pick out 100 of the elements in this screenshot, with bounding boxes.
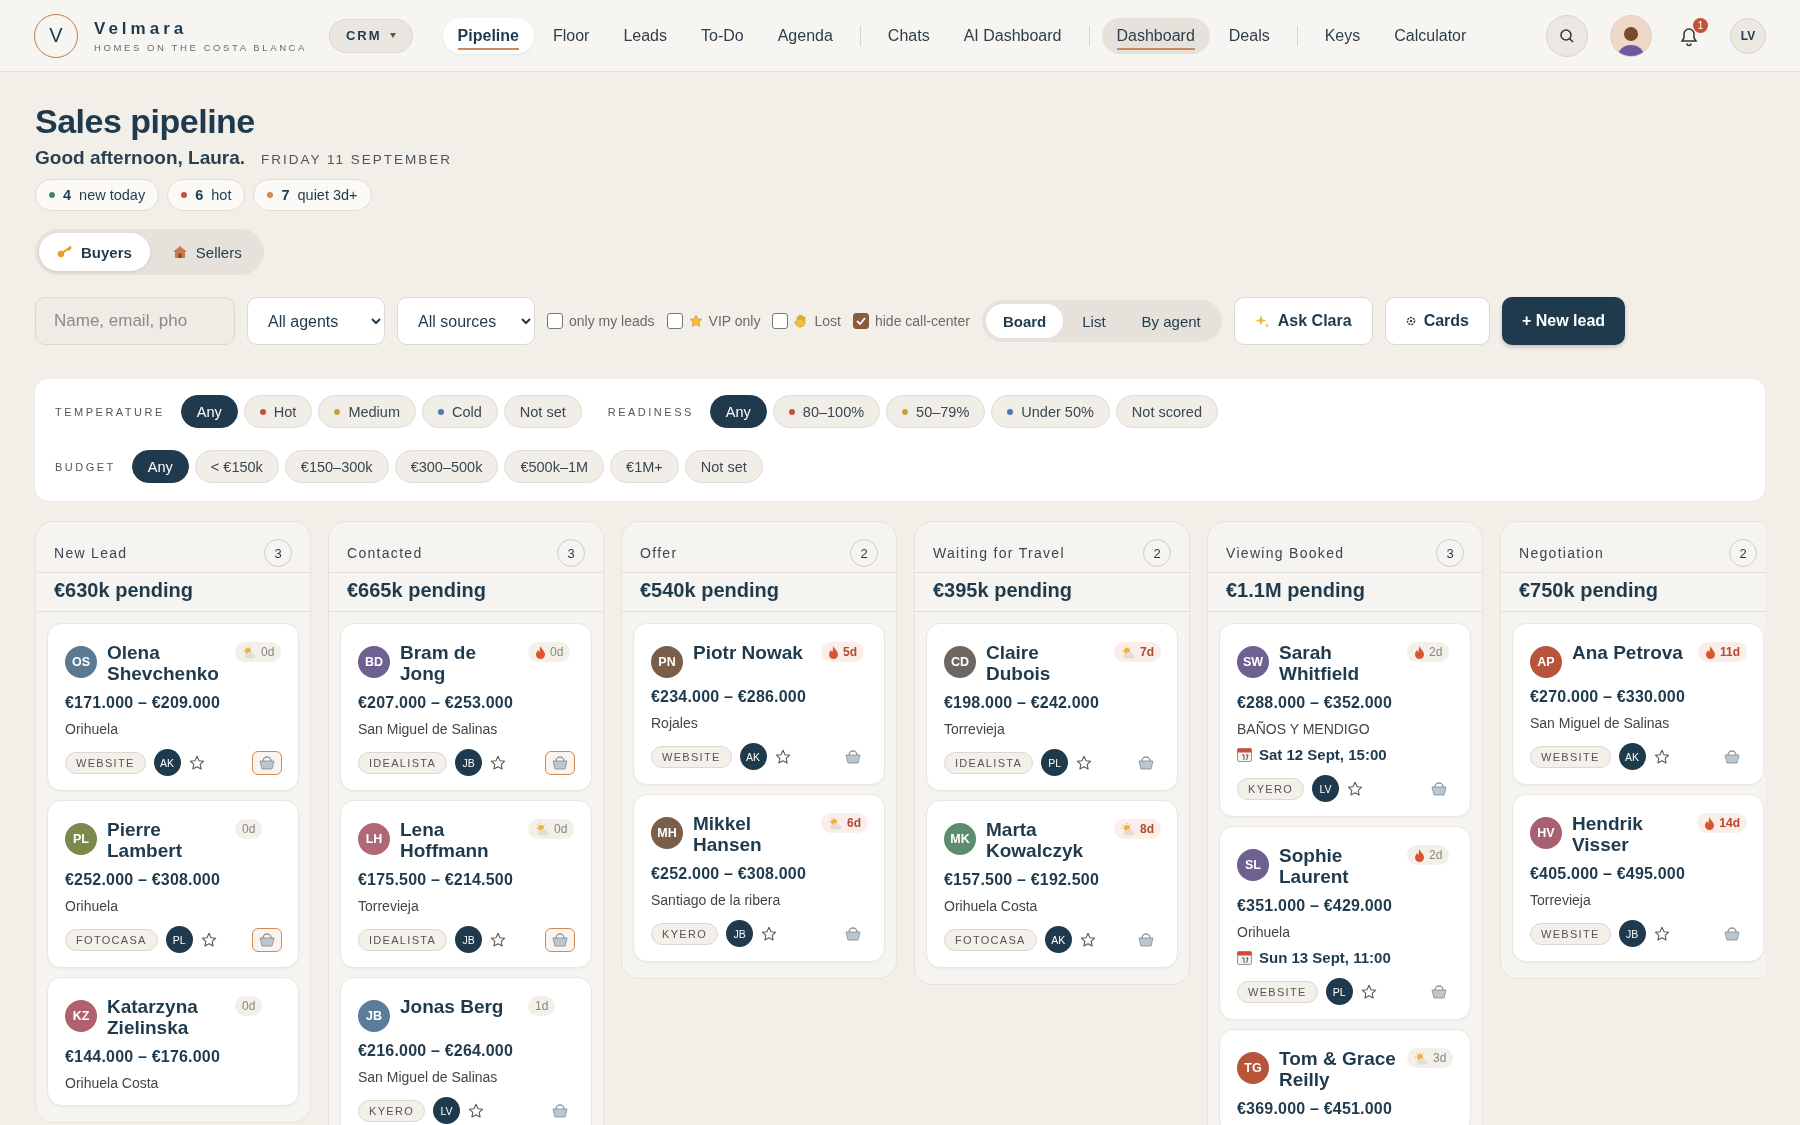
favorite-button[interactable] (774, 748, 791, 765)
settings-icon (1405, 316, 1416, 326)
price-range: €351.000 – €429.000 (1237, 897, 1394, 915)
lead-card[interactable]: PN Piotr Nowak 5d €234.000 – €286.000 Rojales WEBSITE AK (633, 623, 885, 785)
filter-chip[interactable]: Not set (684, 450, 763, 483)
star-icon (1360, 983, 1377, 1000)
filter-chip[interactable]: Hot (243, 395, 313, 428)
new-lead-button[interactable]: + New lead (1502, 297, 1626, 345)
filter-chip[interactable]: €150–300k (284, 450, 389, 483)
search-field[interactable]: Name, email, pho (35, 297, 235, 345)
nav-link[interactable]: Leads (608, 17, 682, 54)
filter-chip[interactable]: Any (180, 395, 238, 428)
lead-avatar: HV (1530, 817, 1562, 849)
nav-link[interactable]: Floor (537, 17, 605, 54)
view-tab[interactable]: By agent (1124, 304, 1218, 338)
favorite-button[interactable] (1653, 925, 1670, 942)
basket-icon (845, 749, 861, 764)
column-title: Offer (640, 545, 678, 561)
filter-chip[interactable]: 50–79% (886, 395, 986, 428)
filter-label: BUDGET (55, 460, 116, 473)
favorite-button[interactable] (1653, 748, 1670, 765)
filter-chip[interactable]: Under 50% (991, 395, 1110, 428)
filter-chip[interactable]: Medium (318, 395, 416, 428)
audience-tab[interactable]: Buyers (39, 233, 150, 271)
favorite-button[interactable] (761, 925, 777, 942)
stat-chip[interactable]: 4 new today (35, 179, 160, 211)
lead-location: Rojales (651, 715, 699, 731)
column-title: New Lead (54, 545, 128, 561)
lead-location: Torrevieja (1530, 892, 1592, 908)
basket-button[interactable] (545, 927, 575, 952)
nav-link[interactable]: AI Dashboard (948, 17, 1077, 54)
nav-link[interactable]: Keys (1309, 17, 1376, 54)
filter-chip[interactable]: €500k–1M (504, 450, 605, 483)
basket-icon (1431, 984, 1447, 999)
user-menu[interactable]: LV (1730, 17, 1766, 54)
lead-name: Piotr Nowak (693, 642, 804, 663)
pending-total: €630k pending (36, 572, 310, 612)
favorite-button[interactable] (468, 1102, 484, 1119)
nav-link[interactable]: To-Do (686, 17, 759, 54)
filter-chip[interactable]: Any (709, 395, 767, 428)
filter-chip[interactable]: €300–500k (394, 450, 499, 483)
greeting: Good afternoon, Laura. (35, 147, 246, 169)
view-tab[interactable]: Board (985, 304, 1064, 338)
basket-icon (845, 926, 861, 941)
pending-total: €395k pending (915, 572, 1189, 612)
nav-link[interactable]: Agenda (762, 17, 848, 54)
agent-avatar: LV (1312, 775, 1339, 802)
stat-chip[interactable]: 6 hot (167, 179, 246, 211)
lead-avatar: OS (65, 646, 97, 678)
page-title: Sales pipeline (35, 102, 256, 141)
age-text: 0d (242, 822, 256, 836)
nav-link[interactable]: Dashboard (1101, 17, 1210, 54)
agent-avatar: JB (1618, 920, 1646, 947)
lead-avatar: JB (358, 1000, 390, 1032)
filter-select[interactable]: All sources (397, 297, 535, 345)
checkbox[interactable] (547, 313, 563, 329)
favorite-button[interactable] (490, 931, 507, 948)
filter-chip[interactable]: Cold (421, 395, 498, 428)
filter-chip[interactable]: Not set (503, 395, 582, 428)
lead-card[interactable]: JB Jonas Berg 1d €216.000 – €264.000 San Miguel de Salinas KYERO LV (340, 977, 592, 1125)
basket-button[interactable] (252, 927, 282, 952)
filter-select[interactable]: All agents (247, 297, 385, 345)
filter-chip[interactable]: < €150k (194, 450, 279, 483)
favorite-button[interactable] (1079, 931, 1096, 948)
audience-tab[interactable]: Sellers (153, 233, 260, 271)
basket-button[interactable] (252, 750, 282, 775)
filter-chip[interactable]: Not scored (1115, 395, 1218, 428)
price-range: €270.000 – €330.000 (1530, 688, 1687, 706)
favorite-button[interactable] (1347, 780, 1363, 797)
nav-link[interactable]: Chats (872, 17, 945, 54)
filter-chip[interactable]: €1M+ (610, 450, 679, 483)
cards-button[interactable]: Cards (1384, 297, 1490, 345)
lead-card[interactable]: AP Ana Petrova 11d €270.000 – €330.000 San Miguel de Salinas WEBSITE AK (1512, 623, 1764, 785)
calendar-icon (1237, 950, 1252, 965)
favorite-button[interactable] (200, 931, 217, 948)
checkbox[interactable] (666, 313, 683, 329)
age-text: 8d (1140, 822, 1154, 836)
module-switch[interactable]: CRM (329, 18, 413, 53)
star-icon (774, 748, 791, 765)
basket-button[interactable] (545, 750, 575, 775)
filter-chip[interactable]: 80–100% (772, 395, 881, 428)
source-tag: KYERO (651, 922, 718, 945)
favorite-button[interactable] (1076, 754, 1093, 771)
basket-icon (552, 932, 568, 947)
favorite-button[interactable] (188, 754, 205, 771)
nav-link[interactable]: Calculator (1379, 17, 1482, 54)
stat-chip[interactable]: 7 quiet 3d+ (253, 179, 372, 211)
favorite-button[interactable] (490, 754, 507, 771)
view-tab[interactable]: List (1065, 304, 1123, 338)
favorite-button[interactable] (1360, 983, 1377, 1000)
checkbox[interactable] (852, 313, 869, 329)
nav-link[interactable]: Pipeline (442, 17, 534, 54)
checkbox[interactable] (772, 313, 789, 329)
notifications-button[interactable]: 1 (1674, 18, 1708, 53)
lead-avatar: LH (358, 823, 390, 855)
profile-avatar[interactable] (1610, 14, 1652, 57)
nav-link[interactable]: Deals (1213, 17, 1285, 54)
assistant-button[interactable]: Ask Clara (1233, 297, 1373, 345)
filter-chip[interactable]: Any (131, 450, 189, 483)
search-button[interactable] (1546, 14, 1588, 57)
